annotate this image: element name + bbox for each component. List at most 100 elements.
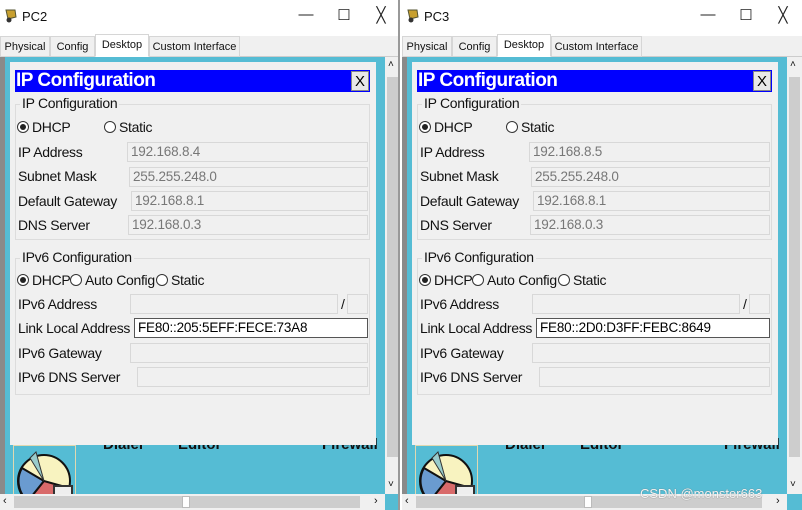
scroll-thumb[interactable] [584,496,592,508]
close-button[interactable]: ╳ [371,6,391,24]
ipv4-static-radio[interactable]: Static [104,119,153,135]
vertical-scrollbar[interactable]: ˄ ˅ [787,57,802,494]
app-icon-pie-chart[interactable] [415,445,478,495]
link-local-address-field[interactable]: FE80::2D0:D3FF:FEBC:8649 [536,318,770,338]
ipv6-address-field[interactable] [532,294,740,314]
scroll-thumb[interactable] [182,496,190,508]
tab-custom-interface[interactable]: Custom Interface [551,36,642,57]
ipv6-address-label: IPv6 Address [18,296,97,312]
link-local-address-label: Link Local Address [420,320,533,336]
window-title: PC3 [424,9,450,24]
ipv6-group-label: IPv6 Configuration [422,249,536,265]
ipv6-dns-server-label: IPv6 DNS Server [420,369,523,385]
default-gateway-field[interactable]: 192.168.8.1 [131,191,368,211]
radio-icon [156,274,168,286]
ipv6-dhcp-radio[interactable]: DHCP [419,272,473,288]
dns-server-label: DNS Server [420,217,492,233]
ipv6-gateway-field[interactable] [130,343,368,363]
tab-custom-interface[interactable]: Custom Interface [149,36,240,57]
maximize-button[interactable]: ☐ [736,6,756,24]
tab-physical[interactable]: Physical [402,36,452,57]
ipv6-address-field[interactable] [130,294,338,314]
ip-address-field[interactable]: 192.168.8.5 [529,142,770,162]
ipv6-auto-config-radio[interactable]: Auto Config [70,272,155,288]
tab-desktop[interactable]: Desktop [95,34,149,57]
vertical-scrollbar[interactable]: ˄ ˅ [385,57,398,494]
default-gateway-field[interactable]: 192.168.8.1 [533,191,770,211]
link-local-address-field[interactable]: FE80::205:5EFF:FECE:73A8 [134,318,368,338]
minimize-button[interactable]: — [296,6,316,23]
dns-server-field[interactable]: 192.168.0.3 [530,215,770,235]
ipv4-group-label: IP Configuration [422,95,522,111]
ipv6-group-label: IPv6 Configuration [20,249,134,265]
tab-bar: Physical Config Desktop Custom Interface [402,34,802,57]
ipv6-dns-server-field[interactable] [539,367,770,387]
tab-physical[interactable]: Physical [0,36,50,57]
scroll-thumb[interactable] [789,77,800,457]
dialog-close-button[interactable]: X [753,71,771,91]
ipv4-dhcp-radio[interactable]: DHCP [17,119,71,135]
dns-server-field[interactable]: 192.168.0.3 [128,215,368,235]
pie-chart-icon [419,451,475,494]
horizontal-scrollbar[interactable]: ‹ › [0,494,385,510]
app-icon-pie-chart[interactable] [13,445,76,495]
scroll-up-icon[interactable]: ˄ [388,59,394,70]
ipv4-static-radio[interactable]: Static [506,119,555,135]
ipv6-static-radio[interactable]: Static [156,272,205,288]
ipv6-address-label: IPv6 Address [420,296,499,312]
pie-chart-icon [17,451,73,494]
ip-address-field[interactable]: 192.168.8.4 [127,142,368,162]
ip-address-label: IP Address [18,144,83,160]
scroll-up-icon[interactable]: ˄ [790,59,796,70]
subnet-mask-label: Subnet Mask [18,168,97,184]
dialog-title-bar: IP Configuration [417,70,772,92]
packet-tracer-icon [407,9,419,23]
radio-selected-icon [419,274,431,286]
subnet-mask-field[interactable]: 255.255.248.0 [129,167,368,187]
ipv6-auto-config-radio[interactable]: Auto Config [472,272,557,288]
prefix-separator: / [743,296,747,312]
ipv6-prefix-field[interactable] [749,294,770,314]
radio-icon [506,121,518,133]
radio-icon [104,121,116,133]
radio-icon [70,274,82,286]
scroll-left-icon[interactable]: ‹ [405,495,409,507]
ipv6-gateway-label: IPv6 Gateway [18,345,102,361]
scroll-thumb[interactable] [387,77,398,457]
tab-desktop[interactable]: Desktop [497,34,551,57]
ipv6-gateway-field[interactable] [532,343,770,363]
ipv4-group-label: IP Configuration [20,95,120,111]
packet-tracer-icon [5,9,17,23]
pc-window: PC3 — ☐ ╳ Physical Config Desktop Custom… [402,0,802,510]
ipv6-dns-server-label: IPv6 DNS Server [18,369,121,385]
radio-selected-icon [17,121,29,133]
ipv6-dns-server-field[interactable] [137,367,368,387]
dns-server-label: DNS Server [18,217,90,233]
ip-address-label: IP Address [420,144,485,160]
radio-label: Auto Config [85,272,155,288]
scroll-down-icon[interactable]: ˅ [790,479,796,490]
radio-label: Static [521,119,555,135]
maximize-button[interactable]: ☐ [334,6,354,24]
ipv6-gateway-label: IPv6 Gateway [420,345,504,361]
tab-bar: Physical Config Desktop Custom Interface [0,34,398,57]
scroll-right-icon[interactable]: › [374,495,378,507]
radio-label: DHCP [32,272,71,288]
dialog-close-button[interactable]: X [351,71,369,91]
ipv4-dhcp-radio[interactable]: DHCP [419,119,473,135]
default-gateway-label: Default Gateway [420,193,519,209]
tab-config[interactable]: Config [452,36,497,57]
scroll-right-icon[interactable]: › [776,495,780,507]
scroll-left-icon[interactable]: ‹ [3,495,7,507]
radio-label: Static [573,272,607,288]
ipv6-dhcp-radio[interactable]: DHCP [17,272,71,288]
ipv6-prefix-field[interactable] [347,294,368,314]
link-local-address-label: Link Local Address [18,320,131,336]
subnet-mask-field[interactable]: 255.255.248.0 [531,167,770,187]
scroll-down-icon[interactable]: ˅ [388,479,394,490]
close-button[interactable]: ╳ [773,6,793,24]
ipv6-static-radio[interactable]: Static [558,272,607,288]
radio-label: Static [119,119,153,135]
minimize-button[interactable]: — [698,6,718,23]
tab-config[interactable]: Config [50,36,95,57]
